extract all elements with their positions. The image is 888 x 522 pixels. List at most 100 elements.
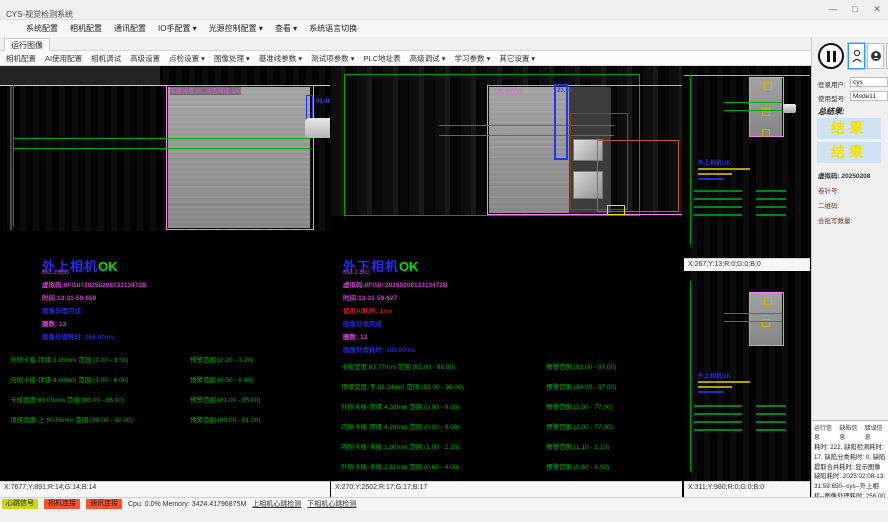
- thumb-bottom-view[interactable]: 外上相机OK: [684, 271, 810, 481]
- mid-ai-region-label: AI检测区域: [493, 87, 523, 96]
- window-title: CYS-视觉检测系统: [6, 9, 73, 20]
- info-tab-run[interactable]: 运行信息: [814, 423, 835, 441]
- login-user-value[interactable]: cys: [850, 77, 888, 87]
- mid-meas-2: 顶缘宽度-下:95.24mm 范围:(93.00 - 98.00): [341, 381, 464, 391]
- tool-ai-use-config[interactable]: AI使用配置: [45, 53, 82, 64]
- result-box-2: 结果: [817, 142, 881, 163]
- thumb-top-textline-1: [698, 168, 750, 170]
- camera-connect-badge: 相机连接: [44, 499, 80, 509]
- thumb-bot-textline-1: [698, 381, 750, 383]
- mid-warn-1: 预警范围:(83.00 - 87.00): [546, 361, 616, 371]
- tool-test-params[interactable]: 测试项参数 ▾: [311, 53, 354, 64]
- heartbeat-badge: 心跳信号: [2, 499, 38, 509]
- tool-learn-params[interactable]: 学习参数 ▾: [454, 53, 490, 64]
- tool-spot-check[interactable]: 点检设置 ▾: [169, 53, 205, 64]
- statusbar: 心跳信号 相机连接 通讯连接 Cpu: 0.0% Memory: 3424.41…: [0, 497, 888, 510]
- thumb-bot-measline-5: [694, 421, 742, 423]
- thumb-top-connector: [783, 104, 796, 113]
- batch-write-count-label: 合批写数量:: [818, 215, 852, 225]
- model-label: 使用型号:: [818, 93, 846, 103]
- tool-camera-debug[interactable]: 相机调试: [91, 53, 121, 64]
- user-manage-button[interactable]: [867, 43, 884, 69]
- mid-yellow-box: [607, 205, 625, 215]
- left-meas-3: 卡棱宽度:83.05mm 范围:(80.00 - 86.00): [10, 394, 124, 404]
- thumb-bot-measline-4: [756, 413, 786, 415]
- thumb-top-coords-bar: X:267;Y:13;R:0;G:0;B:0: [684, 258, 810, 271]
- pause-button[interactable]: [818, 43, 844, 69]
- mid-elapsed-line: 图像处理耗时: 183.00ms: [343, 344, 415, 354]
- menu-camera-config[interactable]: 相机配置: [70, 23, 102, 34]
- thumb-bot-measline-8: [756, 429, 786, 431]
- info-tab-defect[interactable]: 缺陷信息: [839, 423, 860, 441]
- mid-warn-3: 预警范围:(2.00 - 77.00): [546, 401, 613, 411]
- app-window: CYS-视觉检测系统 — □ ✕ C 系统配置 相机配置 通讯配置 IO手配置 …: [0, 0, 888, 522]
- middle-camera-view[interactable]: 23.80 AI检测区域 外下相机OK MG:2.8(1) 虚拟码:0FI1ii…: [331, 66, 682, 481]
- thumb-bot-measline-3: [694, 413, 742, 415]
- mid-meas-4: 内侧卡棱-顶缘:4.28mm 范围:(0.00 - 9.00): [341, 421, 459, 431]
- cpu-memory-text: Cpu: 0.0% Memory: 3424.41796875M: [128, 501, 246, 508]
- qr-code-label: 二维码:: [818, 200, 839, 210]
- mid-meas-6: 外侧卡棱-卡棱:2.61mm 范围:(0.60 - 4.00): [341, 461, 459, 471]
- result-box-1: 结果: [817, 118, 881, 139]
- mid-camera-ok: OK: [399, 259, 419, 274]
- left-rounds-line: 圈数: 13: [42, 318, 66, 328]
- menu-light-config[interactable]: 光源控制配置 ▾: [209, 23, 263, 34]
- menu-language-switch[interactable]: 系统语言切换: [309, 23, 357, 34]
- left-top-band: [0, 66, 160, 85]
- lower-camera-heartbeat-link[interactable]: 下相机心跳检测: [307, 499, 356, 509]
- mid-warn-5: 预警范围:(1.10 - 2.10): [546, 441, 609, 451]
- mid-blue-tag: 23.80: [557, 88, 572, 94]
- tool-image-processing[interactable]: 图像处理 ▾: [214, 53, 250, 64]
- mid-coords-bar: X:270;Y:2502;R:17;G:17;B:17: [331, 481, 682, 497]
- tool-advanced-debug[interactable]: 高级调试 ▾: [410, 53, 446, 64]
- left-time-line: 时间:13-31-59-650: [42, 292, 96, 302]
- virtual-code-text: 虚拟码: 20250208: [818, 170, 870, 180]
- left-blue-measure-box: [306, 95, 313, 119]
- thumb-top-textline-2: [698, 173, 732, 175]
- tool-plc-address[interactable]: PLC地址表: [364, 53, 401, 64]
- thumb-top-measline-7: [694, 214, 742, 216]
- menu-view[interactable]: 查看 ▾: [275, 23, 297, 34]
- total-result-label: 总结果:: [818, 106, 845, 117]
- user-circle-icon: [870, 50, 882, 62]
- left-green-vline: [13, 85, 14, 227]
- sidebar: 登录用户: cys 使用型号: Mode11 总结果: 结果 结果 虚拟码: 2…: [811, 37, 888, 497]
- left-gray-vline: [10, 85, 12, 230]
- tool-other-settings[interactable]: 其它设置 ▾: [499, 53, 535, 64]
- menu-comm-config[interactable]: 通讯配置: [114, 23, 146, 34]
- thumb-bot-measline-1: [694, 405, 742, 407]
- model-value[interactable]: Mode11: [850, 91, 888, 101]
- tool-baseline-params[interactable]: 基准线参数 ▾: [259, 53, 302, 64]
- thumb-bot-coords-bar: X:311;Y:980;R:0;G:0;B:0: [684, 481, 810, 497]
- left-barcode-line: 虚拟码:0FI1ii=2025020813313472B: [42, 279, 147, 289]
- tab-run-image[interactable]: 运行图像: [4, 38, 50, 51]
- mid-time-line: 时间:13-31-59-627: [343, 292, 397, 302]
- thumb-top-title: 外上相机OK: [698, 158, 731, 167]
- user-login-button[interactable]: [848, 43, 865, 69]
- left-warn-2: 预警范围:(0.00 - 8.00): [190, 374, 253, 384]
- window-controls: — □ ✕: [826, 4, 884, 15]
- comm-connect-badge: 通讯连接: [86, 499, 122, 509]
- close-icon[interactable]: ✕: [870, 4, 884, 15]
- left-coords-bar: X:7677;Y:891;R:14;G:14;B:14: [0, 481, 330, 497]
- sidebar-button-row: [848, 43, 888, 69]
- info-tab-error[interactable]: 错误信息: [865, 423, 886, 441]
- mid-rounds-line: 圈数: 13: [343, 331, 367, 341]
- left-meas-2: 内侧卡棱-顶缘:4.60mm 范围:(3.00 - 6.00): [10, 374, 128, 384]
- left-elapsed-line: 图像处理耗时: 266.00ms: [42, 331, 114, 341]
- thumb-top-view[interactable]: 外上相机OK: [684, 66, 810, 258]
- menu-system-config[interactable]: 系统配置: [26, 23, 58, 34]
- thumb-top-measline-6: [756, 206, 786, 208]
- tool-advanced-settings[interactable]: 高级设置: [130, 53, 160, 64]
- thumb-top-yellow-line: [684, 75, 810, 76]
- thumb-top-measline-3: [694, 198, 742, 200]
- menu-io-config[interactable]: IO手配置 ▾: [158, 23, 197, 34]
- maximize-icon[interactable]: □: [848, 4, 862, 15]
- info-tab-row: 运行信息 缺陷信息 错误信息: [814, 423, 886, 441]
- left-camera-view[interactable]: 93.46 灰度阈值:93, 动态阈值:100 外上相机OK MG:2.8(1)…: [0, 66, 330, 481]
- minimize-icon[interactable]: —: [826, 4, 840, 15]
- mid-warn-6: 预警范围:(0.60 - 4.00): [546, 461, 609, 471]
- tool-camera-config[interactable]: 相机配置: [6, 53, 36, 64]
- upper-camera-heartbeat-link[interactable]: 上相机心跳检测: [252, 499, 301, 509]
- left-warn-3: 预警范围:(81.00 - 85.00): [190, 394, 260, 404]
